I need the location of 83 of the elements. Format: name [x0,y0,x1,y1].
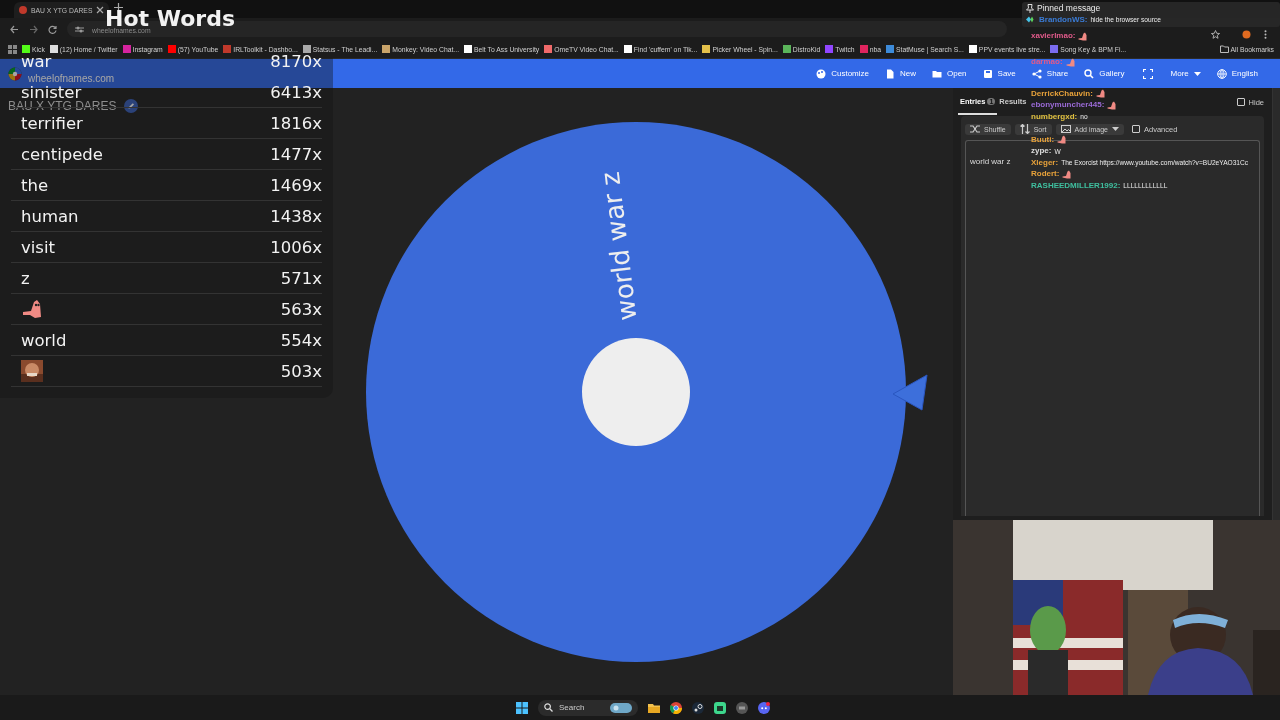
forward-icon[interactable] [29,24,38,34]
site-settings-icon[interactable] [75,24,84,34]
favicon-icon [19,6,27,14]
count-text: 554x [280,331,322,349]
word-text: z [21,269,30,287]
reload-icon[interactable] [48,24,57,34]
caret-icon [1112,127,1119,131]
folder-icon [1219,45,1229,53]
close-icon[interactable] [96,6,105,14]
chat-username: numbergxd: [1031,111,1078,122]
word-text: terrifier [21,114,83,132]
count-text: 1469x [270,176,322,194]
app-icon[interactable] [736,701,748,714]
menu-button[interactable]: Share [1027,66,1073,81]
count-text: 1816x [270,114,322,132]
menu-button[interactable]: New [881,66,920,81]
wheel-label: world war z [594,170,643,323]
pointer-icon [892,374,928,411]
chat-username: ebonymuncher445: [1031,100,1105,111]
scrollbar[interactable] [1272,88,1280,521]
chat-username: Rodert: [1031,169,1060,180]
sort-icon [1019,124,1030,134]
search-icon [1084,68,1095,79]
search-field[interactable]: Search [538,699,638,716]
share-icon [1031,68,1042,79]
edit-icon[interactable] [124,99,139,113]
chat-username: xavierlmao: [1031,31,1076,42]
steam-icon[interactable] [692,701,704,714]
chat-username: zype: [1031,146,1052,157]
menu-button[interactable]: Open [928,66,971,81]
pin-icon [1026,3,1034,13]
chat-username: Xleger: [1031,157,1059,168]
count-text: 1006x [270,238,322,256]
apps-icon[interactable] [8,44,17,54]
count-text: 563x [280,300,322,318]
folder-icon [932,68,942,79]
fullscreen-icon[interactable] [1142,68,1153,79]
word-text: centipede [21,145,103,163]
chat-username: DerrickChauvin: [1031,88,1093,99]
menu-button[interactable]: Gallery [1080,66,1129,81]
count-text: 503x [280,362,322,380]
emote-icon [21,298,43,320]
checkbox[interactable] [1132,125,1140,133]
count-text: 1438x [270,207,322,225]
extension-icon[interactable] [1242,30,1251,39]
new-tab-icon[interactable] [114,3,124,12]
menu-button[interactable]: English [1212,66,1262,81]
windows-icon[interactable] [516,701,528,714]
folder-icon[interactable] [648,701,660,714]
globe-icon [1216,68,1227,79]
pinned-label: Pinned message [1037,3,1101,13]
logo-icon[interactable] [8,66,22,81]
menu-button[interactable]: More [1166,67,1205,80]
word-text: the [21,176,49,194]
badge-icon [1026,16,1036,24]
chat-username: darmao: [1031,57,1063,68]
menu-button[interactable]: Save [978,66,1020,81]
menu-button[interactable]: Customize [812,66,873,81]
star-icon[interactable] [1211,30,1220,39]
word-text: human [21,207,79,225]
site-name: wheelofnames.com [28,74,115,84]
wheel-hub[interactable] [582,338,690,446]
word-text: visit [21,238,55,256]
save-icon [982,68,993,79]
discord-icon[interactable] [758,701,770,714]
app-icon[interactable] [714,701,726,714]
palette-icon [816,68,827,79]
chat-username: RASHEEDMILLER1992: [1031,180,1121,191]
count-text: 571x [280,269,322,287]
checkbox[interactable] [1236,98,1245,106]
word-text: sinister [21,83,82,101]
image-icon [1060,124,1071,134]
count-text: 6413x [270,83,322,101]
document-icon [885,68,895,79]
search-icon [544,703,553,712]
chat-username: BrandonWS: [1039,14,1088,25]
chrome-icon[interactable] [670,701,682,714]
search-highlight-icon [610,702,632,713]
count-text: 1477x [270,145,322,163]
shuffle-icon [970,124,980,134]
caret-icon [1193,71,1201,76]
back-icon[interactable] [10,24,19,34]
word-text: world [21,331,67,349]
